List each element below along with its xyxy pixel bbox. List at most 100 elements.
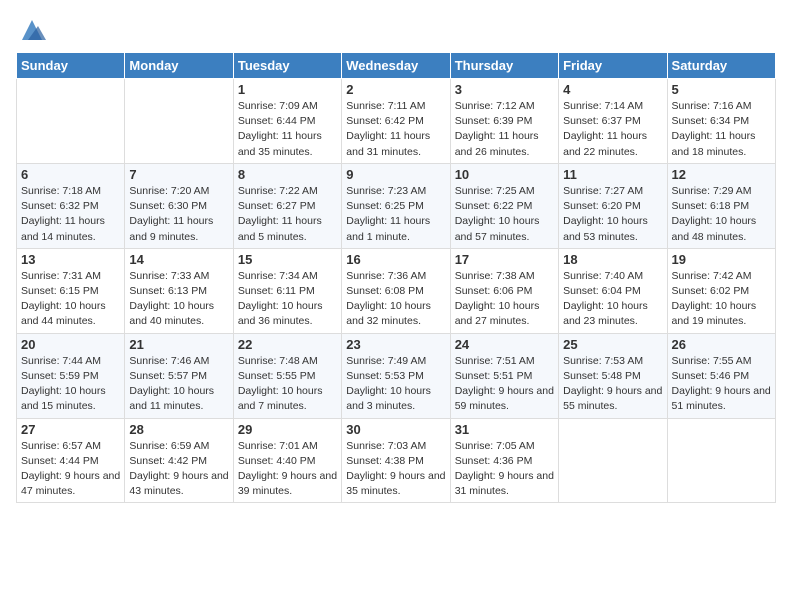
calendar-cell: 26Sunrise: 7:55 AM Sunset: 5:46 PM Dayli… bbox=[667, 333, 775, 418]
day-info: Sunrise: 7:49 AM Sunset: 5:53 PM Dayligh… bbox=[346, 354, 445, 415]
day-info: Sunrise: 7:38 AM Sunset: 6:06 PM Dayligh… bbox=[455, 269, 554, 330]
calendar-cell: 20 Sunrise: 7:44 AM Sunset: 5:59 PM Dayli… bbox=[17, 333, 125, 418]
calendar-cell: 12 Sunrise: 7:29 AM Sunset: 6:18 PM Dayli… bbox=[667, 163, 775, 248]
day-info: Sunrise: 7:51 AM Sunset: 5:51 PM Dayligh… bbox=[455, 354, 554, 415]
day-number: 28 bbox=[129, 422, 228, 437]
day-number: 1 bbox=[238, 82, 337, 97]
calendar-cell: 11 Sunrise: 7:27 AM Sunset: 6:20 PM Dayli… bbox=[559, 163, 667, 248]
day-number: 11 bbox=[563, 167, 662, 182]
day-info: Sunrise: 7:01 AM Sunset: 4:40 PM Dayligh… bbox=[238, 439, 337, 500]
day-number: 27 bbox=[21, 422, 120, 437]
day-info: Sunrise: 6:59 AM Sunset: 4:42 PM Dayligh… bbox=[129, 439, 228, 500]
logo-icon bbox=[18, 16, 46, 44]
day-info: Sunrise: 7:25 AM Sunset: 6:22 PM Dayligh… bbox=[455, 184, 554, 245]
calendar-cell: 25Sunrise: 7:53 AM Sunset: 5:48 PM Dayli… bbox=[559, 333, 667, 418]
day-info: Sunrise: 7:33 AM Sunset: 6:13 PM Dayligh… bbox=[129, 269, 228, 330]
calendar-week-5: 27 Sunrise: 6:57 AM Sunset: 4:44 PM Dayli… bbox=[17, 418, 776, 503]
day-info: Sunrise: 7:36 AM Sunset: 6:08 PM Dayligh… bbox=[346, 269, 445, 330]
calendar-cell: 19 Sunrise: 7:42 AM Sunset: 6:02 PM Dayli… bbox=[667, 248, 775, 333]
day-number: 20 bbox=[21, 337, 120, 352]
day-number: 30 bbox=[346, 422, 445, 437]
calendar-cell: 15 Sunrise: 7:34 AM Sunset: 6:11 PM Dayli… bbox=[233, 248, 341, 333]
day-number: 23 bbox=[346, 337, 445, 352]
day-number: 21 bbox=[129, 337, 228, 352]
day-info: Sunrise: 7:14 AM Sunset: 6:37 PM Dayligh… bbox=[563, 99, 662, 160]
calendar-cell bbox=[667, 418, 775, 503]
day-number: 29 bbox=[238, 422, 337, 437]
day-header-sunday: Sunday bbox=[17, 53, 125, 79]
day-info: Sunrise: 7:16 AM Sunset: 6:34 PM Dayligh… bbox=[672, 99, 771, 160]
calendar-cell: 17 Sunrise: 7:38 AM Sunset: 6:06 PM Dayli… bbox=[450, 248, 558, 333]
day-info: Sunrise: 7:27 AM Sunset: 6:20 PM Dayligh… bbox=[563, 184, 662, 245]
calendar-week-1: 1 Sunrise: 7:09 AM Sunset: 6:44 PM Daylig… bbox=[17, 79, 776, 164]
day-number: 17 bbox=[455, 252, 554, 267]
calendar-cell: 6Sunrise: 7:18 AM Sunset: 6:32 PM Daylig… bbox=[17, 163, 125, 248]
calendar-cell: 9 Sunrise: 7:23 AM Sunset: 6:25 PM Daylig… bbox=[342, 163, 450, 248]
calendar-cell: 13 Sunrise: 7:31 AM Sunset: 6:15 PM Dayli… bbox=[17, 248, 125, 333]
calendar-cell: 29 Sunrise: 7:01 AM Sunset: 4:40 PM Dayli… bbox=[233, 418, 341, 503]
day-info: Sunrise: 7:09 AM Sunset: 6:44 PM Dayligh… bbox=[238, 99, 337, 160]
day-header-thursday: Thursday bbox=[450, 53, 558, 79]
day-info: Sunrise: 7:31 AM Sunset: 6:15 PM Dayligh… bbox=[21, 269, 120, 330]
day-info: Sunrise: 7:20 AM Sunset: 6:30 PM Dayligh… bbox=[129, 184, 228, 245]
day-info: Sunrise: 7:18 AM Sunset: 6:32 PM Dayligh… bbox=[21, 184, 120, 245]
day-header-wednesday: Wednesday bbox=[342, 53, 450, 79]
day-info: Sunrise: 7:44 AM Sunset: 5:59 PM Dayligh… bbox=[21, 354, 120, 415]
calendar-cell: 10Sunrise: 7:25 AM Sunset: 6:22 PM Dayli… bbox=[450, 163, 558, 248]
day-header-friday: Friday bbox=[559, 53, 667, 79]
day-number: 2 bbox=[346, 82, 445, 97]
calendar-cell: 1 Sunrise: 7:09 AM Sunset: 6:44 PM Daylig… bbox=[233, 79, 341, 164]
calendar-cell bbox=[17, 79, 125, 164]
day-header-saturday: Saturday bbox=[667, 53, 775, 79]
calendar-cell: 22Sunrise: 7:48 AM Sunset: 5:55 PM Dayli… bbox=[233, 333, 341, 418]
calendar-week-2: 6Sunrise: 7:18 AM Sunset: 6:32 PM Daylig… bbox=[17, 163, 776, 248]
calendar-cell: 4 Sunrise: 7:14 AM Sunset: 6:37 PM Daylig… bbox=[559, 79, 667, 164]
calendar-cell bbox=[125, 79, 233, 164]
day-number: 22 bbox=[238, 337, 337, 352]
day-number: 16 bbox=[346, 252, 445, 267]
day-number: 19 bbox=[672, 252, 771, 267]
day-header-monday: Monday bbox=[125, 53, 233, 79]
calendar-cell: 16 Sunrise: 7:36 AM Sunset: 6:08 PM Dayli… bbox=[342, 248, 450, 333]
day-info: Sunrise: 7:12 AM Sunset: 6:39 PM Dayligh… bbox=[455, 99, 554, 160]
day-info: Sunrise: 6:57 AM Sunset: 4:44 PM Dayligh… bbox=[21, 439, 120, 500]
calendar-cell: 8 Sunrise: 7:22 AM Sunset: 6:27 PM Daylig… bbox=[233, 163, 341, 248]
day-number: 9 bbox=[346, 167, 445, 182]
calendar-cell: 7 Sunrise: 7:20 AM Sunset: 6:30 PM Daylig… bbox=[125, 163, 233, 248]
calendar-cell: 5 Sunrise: 7:16 AM Sunset: 6:34 PM Daylig… bbox=[667, 79, 775, 164]
page-header bbox=[16, 16, 776, 44]
calendar-cell: 3Sunrise: 7:12 AM Sunset: 6:39 PM Daylig… bbox=[450, 79, 558, 164]
day-info: Sunrise: 7:34 AM Sunset: 6:11 PM Dayligh… bbox=[238, 269, 337, 330]
day-number: 31 bbox=[455, 422, 554, 437]
day-info: Sunrise: 7:55 AM Sunset: 5:46 PM Dayligh… bbox=[672, 354, 771, 415]
day-info: Sunrise: 7:29 AM Sunset: 6:18 PM Dayligh… bbox=[672, 184, 771, 245]
calendar-cell: 23 Sunrise: 7:49 AM Sunset: 5:53 PM Dayli… bbox=[342, 333, 450, 418]
day-number: 14 bbox=[129, 252, 228, 267]
day-info: Sunrise: 7:40 AM Sunset: 6:04 PM Dayligh… bbox=[563, 269, 662, 330]
day-header-tuesday: Tuesday bbox=[233, 53, 341, 79]
calendar-table: SundayMondayTuesdayWednesdayThursdayFrid… bbox=[16, 52, 776, 503]
day-number: 4 bbox=[563, 82, 662, 97]
day-number: 25 bbox=[563, 337, 662, 352]
day-number: 8 bbox=[238, 167, 337, 182]
day-info: Sunrise: 7:05 AM Sunset: 4:36 PM Dayligh… bbox=[455, 439, 554, 500]
day-info: Sunrise: 7:22 AM Sunset: 6:27 PM Dayligh… bbox=[238, 184, 337, 245]
calendar-week-4: 20 Sunrise: 7:44 AM Sunset: 5:59 PM Dayli… bbox=[17, 333, 776, 418]
day-info: Sunrise: 7:42 AM Sunset: 6:02 PM Dayligh… bbox=[672, 269, 771, 330]
calendar-cell: 2 Sunrise: 7:11 AM Sunset: 6:42 PM Daylig… bbox=[342, 79, 450, 164]
calendar-week-3: 13 Sunrise: 7:31 AM Sunset: 6:15 PM Dayli… bbox=[17, 248, 776, 333]
day-number: 12 bbox=[672, 167, 771, 182]
day-info: Sunrise: 7:11 AM Sunset: 6:42 PM Dayligh… bbox=[346, 99, 445, 160]
day-number: 24 bbox=[455, 337, 554, 352]
calendar-cell: 28 Sunrise: 6:59 AM Sunset: 4:42 PM Dayli… bbox=[125, 418, 233, 503]
day-info: Sunrise: 7:23 AM Sunset: 6:25 PM Dayligh… bbox=[346, 184, 445, 245]
day-number: 5 bbox=[672, 82, 771, 97]
calendar-cell bbox=[559, 418, 667, 503]
day-number: 13 bbox=[21, 252, 120, 267]
calendar-cell: 27 Sunrise: 6:57 AM Sunset: 4:44 PM Dayli… bbox=[17, 418, 125, 503]
calendar-cell: 18Sunrise: 7:40 AM Sunset: 6:04 PM Dayli… bbox=[559, 248, 667, 333]
day-info: Sunrise: 7:46 AM Sunset: 5:57 PM Dayligh… bbox=[129, 354, 228, 415]
day-number: 15 bbox=[238, 252, 337, 267]
day-number: 7 bbox=[129, 167, 228, 182]
calendar-cell: 21 Sunrise: 7:46 AM Sunset: 5:57 PM Dayli… bbox=[125, 333, 233, 418]
